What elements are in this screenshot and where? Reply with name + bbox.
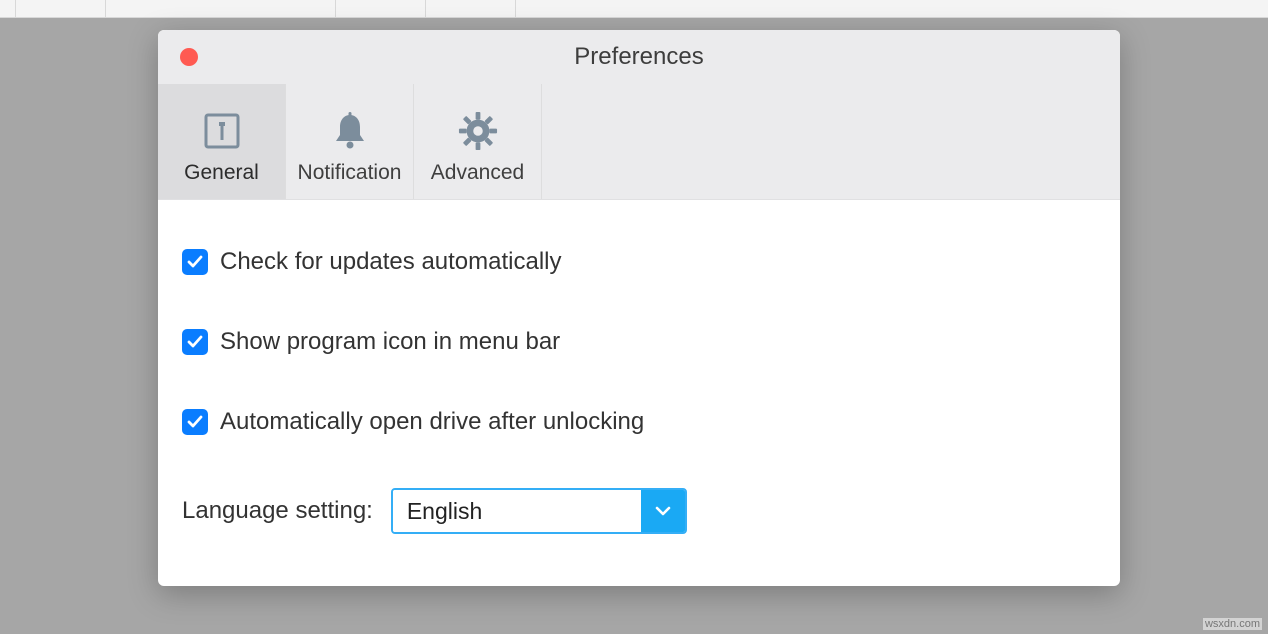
checkbox-show-icon[interactable]: [182, 329, 208, 355]
tab-bar: General Notification: [158, 84, 1120, 200]
checkbox-check-updates[interactable]: [182, 249, 208, 275]
tab-label: General: [184, 161, 259, 185]
tab-general[interactable]: General: [158, 84, 286, 199]
window-title: Preferences: [574, 43, 703, 71]
option-auto-open: Automatically open drive after unlocking: [182, 408, 1096, 436]
preferences-dialog: Preferences General Notification: [158, 30, 1120, 586]
check-icon: [186, 253, 204, 271]
option-show-icon: Show program icon in menu bar: [182, 328, 1096, 356]
option-label: Automatically open drive after unlocking: [220, 408, 644, 436]
checkbox-auto-open[interactable]: [182, 409, 208, 435]
close-button[interactable]: [180, 48, 198, 66]
chevron-down-icon: [641, 490, 685, 532]
tab-label: Notification: [298, 161, 402, 185]
bell-icon: [330, 111, 370, 151]
tab-advanced[interactable]: Advanced: [414, 84, 542, 199]
option-label: Check for updates automatically: [220, 248, 562, 276]
title-bar: Preferences: [158, 30, 1120, 84]
general-icon: [202, 111, 242, 151]
gear-icon: [458, 111, 498, 151]
check-icon: [186, 413, 204, 431]
option-label: Show program icon in menu bar: [220, 328, 560, 356]
tab-notification[interactable]: Notification: [286, 84, 414, 199]
language-row: Language setting: English: [182, 488, 1096, 534]
option-check-updates: Check for updates automatically: [182, 248, 1096, 276]
language-label: Language setting:: [182, 497, 373, 525]
language-dropdown[interactable]: English: [391, 488, 687, 534]
background-toolbar: [0, 0, 1268, 18]
check-icon: [186, 333, 204, 351]
watermark: wsxdn.com: [1203, 618, 1262, 630]
settings-content: Check for updates automatically Show pro…: [158, 200, 1120, 534]
tab-label: Advanced: [431, 161, 524, 185]
language-value: English: [393, 490, 641, 532]
